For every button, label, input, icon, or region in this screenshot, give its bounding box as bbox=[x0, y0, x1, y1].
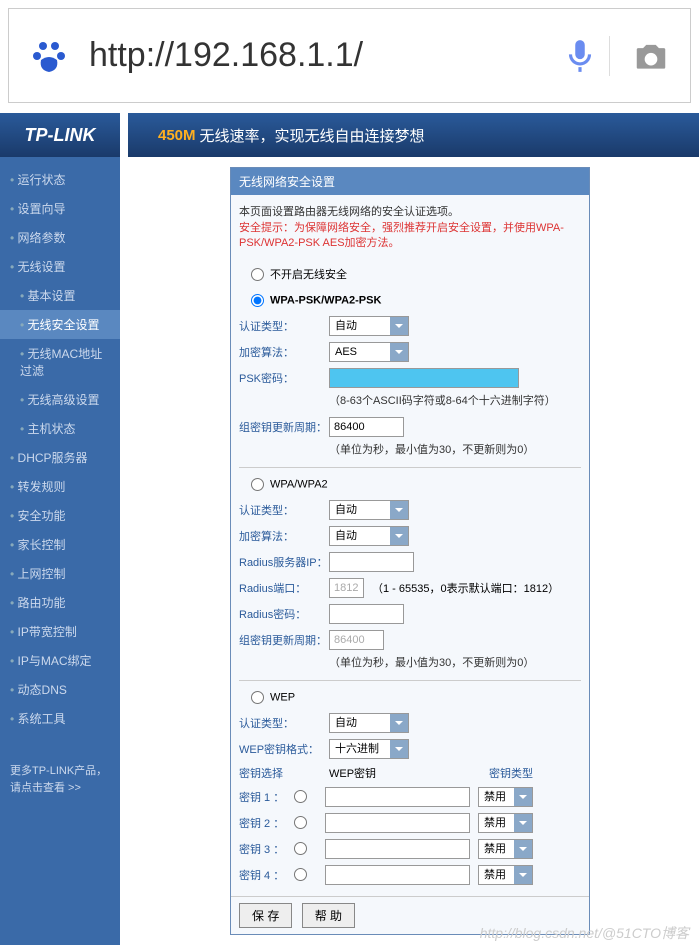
lbl-gk: 组密钥更新周期： bbox=[239, 419, 329, 435]
sidebar-item-wizard[interactable]: 设置向导 bbox=[0, 194, 120, 223]
sidebar-item-security2[interactable]: 安全功能 bbox=[0, 501, 120, 530]
sidebar-item-ipmac[interactable]: IP与MAC绑定 bbox=[0, 646, 120, 675]
sidebar-item-parental[interactable]: 家长控制 bbox=[0, 530, 120, 559]
save-button[interactable]: 保 存 bbox=[239, 903, 292, 928]
divider bbox=[609, 36, 610, 76]
wep-row-3: 密钥 3 ：禁用 bbox=[239, 836, 581, 862]
radio-wep[interactable]: WEP bbox=[239, 685, 581, 710]
input-radius-port[interactable] bbox=[329, 578, 364, 598]
lbl-enc: 加密算法： bbox=[239, 344, 329, 360]
radio-wpa[interactable]: WPA/WPA2 bbox=[239, 472, 581, 497]
input-gk[interactable] bbox=[329, 417, 404, 437]
input-gk2[interactable] bbox=[329, 630, 384, 650]
chevron-down-icon bbox=[390, 501, 408, 519]
banner-text: 无线速率，实现无线自由连接梦想 bbox=[200, 125, 425, 146]
input-radius-ip[interactable] bbox=[329, 552, 414, 572]
lbl-psk: PSK密码： bbox=[239, 370, 329, 386]
radio-none[interactable]: 不开启无线安全 bbox=[239, 260, 581, 288]
sidebar-item-hoststatus[interactable]: 主机状态 bbox=[0, 414, 120, 443]
panel: 无线网络安全设置 本页面设置路由器无线网络的安全认证选项。 安全提示：为保障网络… bbox=[230, 167, 590, 935]
panel-desc: 本页面设置路由器无线网络的安全认证选项。 bbox=[239, 203, 581, 219]
chevron-down-icon bbox=[514, 788, 532, 806]
camera-icon[interactable] bbox=[632, 37, 670, 75]
sidebar-item-bandwidth[interactable]: IP带宽控制 bbox=[0, 617, 120, 646]
radio-wpapsk[interactable]: WPA-PSK/WPA2-PSK bbox=[239, 288, 581, 313]
banner: 450M 无线速率，实现无线自由连接梦想 bbox=[128, 113, 699, 157]
sidebar-item-wireless[interactable]: 无线设置 bbox=[0, 252, 120, 281]
sidebar-item-network[interactable]: 网络参数 bbox=[0, 223, 120, 252]
wep-radio-4[interactable] bbox=[294, 868, 307, 881]
wep-key-4[interactable] bbox=[325, 865, 470, 885]
sidebar-item-security[interactable]: 无线安全设置 bbox=[0, 310, 120, 339]
input-psk[interactable] bbox=[329, 368, 519, 388]
chevron-down-icon bbox=[390, 740, 408, 758]
wep-row-1: 密钥 1 ：禁用 bbox=[239, 784, 581, 810]
panel-title: 无线网络安全设置 bbox=[231, 168, 589, 195]
sidebar-item-access[interactable]: 上网控制 bbox=[0, 559, 120, 588]
sidebar-item-routing[interactable]: 路由功能 bbox=[0, 588, 120, 617]
chevron-down-icon bbox=[514, 866, 532, 884]
chevron-down-icon bbox=[514, 840, 532, 858]
sidebar-item-dhcp[interactable]: DHCP服务器 bbox=[0, 443, 120, 472]
lbl-authtype: 认证类型： bbox=[239, 318, 329, 334]
lbl-wepfmt: WEP密钥格式： bbox=[239, 741, 329, 757]
wep-type-3[interactable]: 禁用 bbox=[478, 839, 533, 859]
lbl-radius-ip: Radius服务器IP： bbox=[239, 554, 329, 570]
sidebar-item-system[interactable]: 系统工具 bbox=[0, 704, 120, 733]
wep-type-2[interactable]: 禁用 bbox=[478, 813, 533, 833]
watermark: http://blog.csdn.net/@51CTO博客 bbox=[480, 923, 689, 943]
lbl-radius-pwd: Radius密码： bbox=[239, 606, 329, 622]
baidu-icon[interactable] bbox=[29, 36, 69, 76]
content: 无线网络安全设置 本页面设置路由器无线网络的安全认证选项。 安全提示：为保障网络… bbox=[120, 157, 699, 945]
sidebar-item-macfilter[interactable]: 无线MAC地址过滤 bbox=[0, 339, 120, 385]
select-authtype[interactable]: 自动 bbox=[329, 316, 409, 336]
wep-radio-3[interactable] bbox=[294, 842, 307, 855]
wep-radio-2[interactable] bbox=[294, 816, 307, 829]
sidebar-item-status[interactable]: 运行状态 bbox=[0, 165, 120, 194]
select-wepfmt[interactable]: 十六进制 bbox=[329, 739, 409, 759]
sidebar-item-ddns[interactable]: 动态DNS bbox=[0, 675, 120, 704]
url-text[interactable]: http://192.168.1.1/ bbox=[89, 36, 549, 75]
sidebar-item-basic[interactable]: 基本设置 bbox=[0, 281, 120, 310]
wep-row-2: 密钥 2 ：禁用 bbox=[239, 810, 581, 836]
panel-warn: 安全提示：为保障网络安全，强烈推荐开启安全设置，并使用WPA-PSK/WPA2-… bbox=[239, 221, 581, 252]
address-bar: http://192.168.1.1/ bbox=[8, 8, 691, 103]
chevron-down-icon bbox=[514, 814, 532, 832]
wep-type-1[interactable]: 禁用 bbox=[478, 787, 533, 807]
chevron-down-icon bbox=[390, 527, 408, 545]
logo: TP-LINK bbox=[0, 113, 120, 157]
wep-type-4[interactable]: 禁用 bbox=[478, 865, 533, 885]
hint-gk: （单位为秒，最小值为30，不更新则为0） bbox=[239, 440, 581, 463]
mic-icon[interactable] bbox=[561, 37, 599, 75]
help-button[interactable]: 帮 助 bbox=[302, 903, 355, 928]
wep-radio-1[interactable] bbox=[294, 790, 307, 803]
wep-row-4: 密钥 4 ：禁用 bbox=[239, 862, 581, 888]
wep-key-2[interactable] bbox=[325, 813, 470, 833]
chevron-down-icon bbox=[390, 714, 408, 732]
hint-psk: （8-63个ASCII码字符或8-64个十六进制字符） bbox=[239, 391, 581, 414]
banner-gold: 450M bbox=[158, 127, 196, 144]
sidebar-item-forward[interactable]: 转发规则 bbox=[0, 472, 120, 501]
sidebar: 运行状态 设置向导 网络参数 无线设置 基本设置 无线安全设置 无线MAC地址过… bbox=[0, 157, 120, 945]
sidebar-footer[interactable]: 更多TP-LINK产品， 请点击查看 >> bbox=[0, 753, 120, 806]
select-enc2[interactable]: 自动 bbox=[329, 526, 409, 546]
wep-key-1[interactable] bbox=[325, 787, 470, 807]
header: TP-LINK 450M 无线速率，实现无线自由连接梦想 bbox=[0, 113, 699, 157]
sidebar-item-advanced[interactable]: 无线高级设置 bbox=[0, 385, 120, 414]
chevron-down-icon bbox=[390, 343, 408, 361]
wep-key-3[interactable] bbox=[325, 839, 470, 859]
select-authtype2[interactable]: 自动 bbox=[329, 500, 409, 520]
select-enc[interactable]: AES bbox=[329, 342, 409, 362]
lbl-radius-port: Radius端口： bbox=[239, 580, 329, 596]
select-authtype3[interactable]: 自动 bbox=[329, 713, 409, 733]
input-radius-pwd[interactable] bbox=[329, 604, 404, 624]
chevron-down-icon bbox=[390, 317, 408, 335]
